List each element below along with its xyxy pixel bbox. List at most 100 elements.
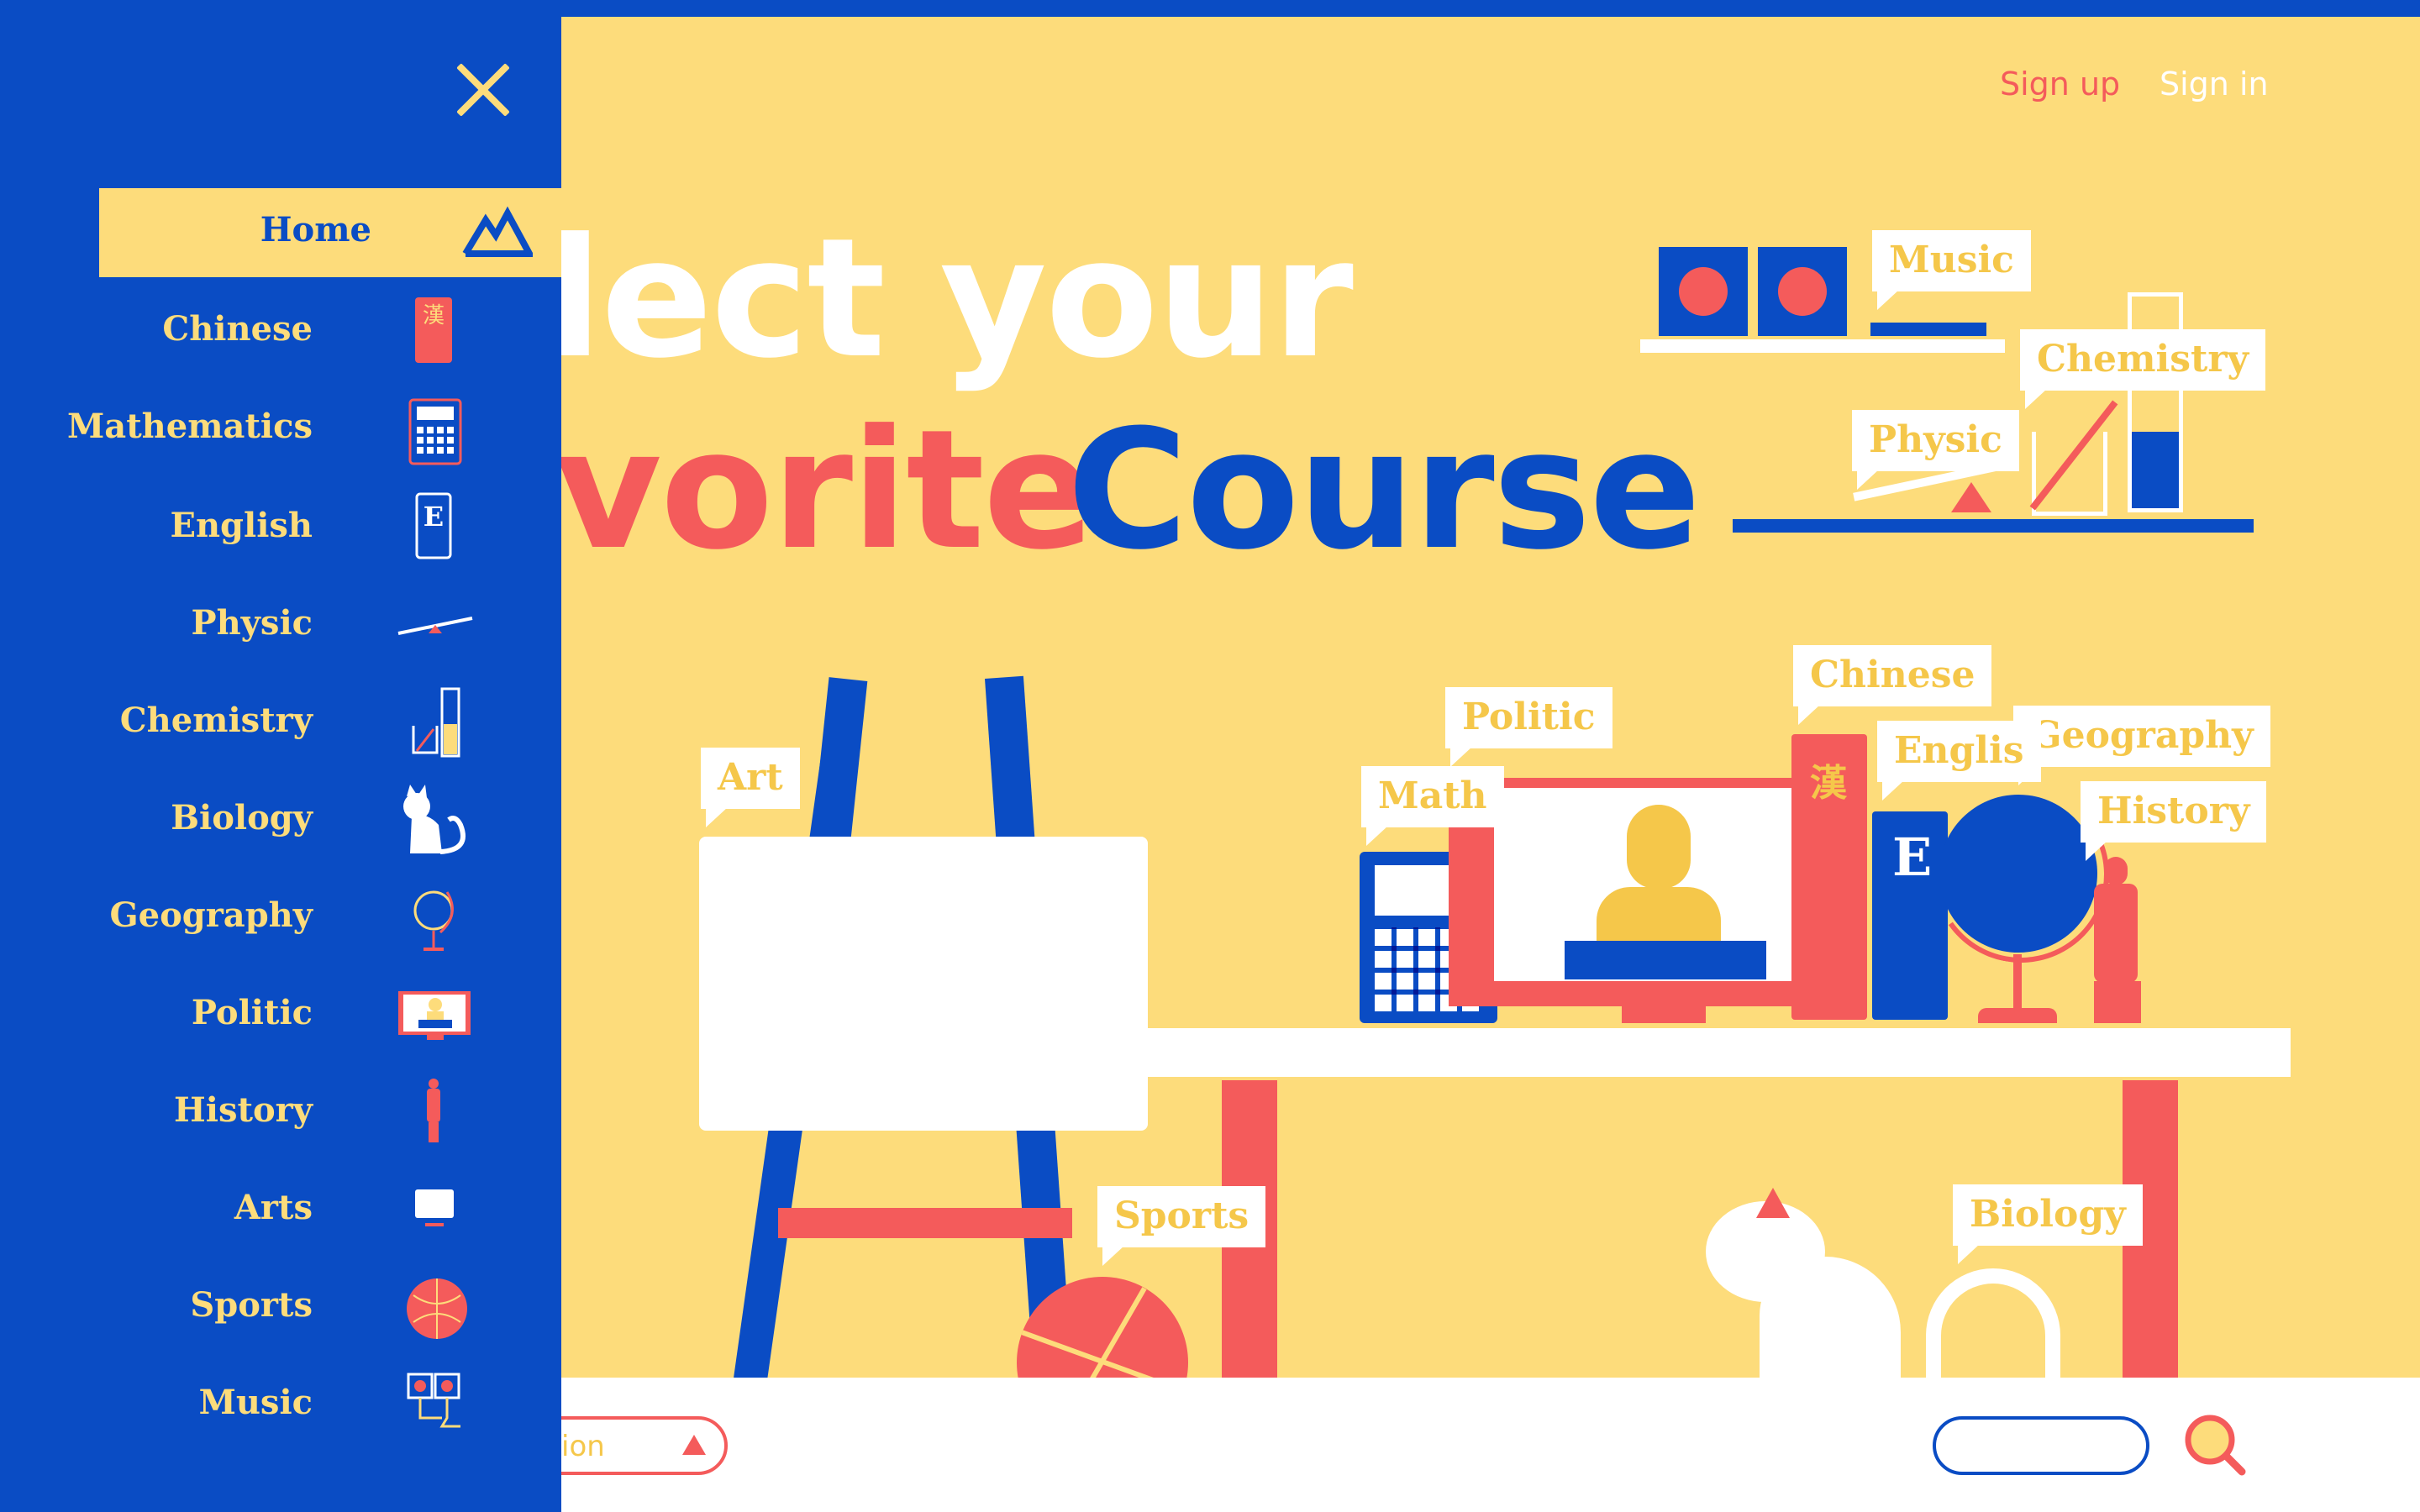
monitor-speaker-icon: [398, 991, 471, 1040]
monitor-stand: [1622, 1006, 1706, 1023]
speaker-left: [1659, 247, 1748, 336]
english-book-letter: E: [1892, 827, 1933, 888]
beaker-icon: [412, 687, 460, 758]
sidebar-item-home[interactable]: Home: [99, 188, 561, 277]
desk-leg-right: [2123, 1080, 2178, 1378]
sidebar-item-label: Geography: [109, 895, 313, 935]
chinese-book-glyph: 漢: [1810, 762, 1847, 805]
seesaw-icon: [397, 617, 473, 635]
globe-ring: [1918, 772, 2123, 977]
chinese-book: [1791, 734, 1867, 1020]
svg-text:E: E: [424, 501, 444, 533]
sidebar-item-chemistry[interactable]: Chemistry: [0, 680, 561, 764]
label-biology[interactable]: Biology: [1953, 1184, 2143, 1264]
globe: [1939, 795, 2097, 953]
test-tube-liquid: [2132, 432, 2179, 508]
english-book-icon: E: [415, 492, 452, 559]
globe-base: [1978, 1008, 2057, 1023]
sign-in-link[interactable]: Sign in: [2160, 66, 2269, 102]
label-english[interactable]: Englis: [1877, 721, 2041, 801]
speaker-right-cone: [1778, 267, 1827, 316]
beaker: [2032, 432, 2107, 516]
music-player: [1870, 323, 1986, 336]
sidebar-item-english[interactable]: English E: [0, 486, 561, 570]
sidebar-item-label: Biology: [171, 798, 313, 837]
globe-stand: [2013, 954, 2022, 1011]
sidebar-item-label: Chinese: [162, 309, 313, 349]
label-history[interactable]: History: [2081, 781, 2267, 861]
cat-head: [1706, 1201, 1825, 1302]
sidebar-item-geography[interactable]: Geography: [0, 875, 561, 959]
sidebar-item-mathematics[interactable]: Mathematics: [0, 386, 561, 470]
caret-up-icon[interactable]: [682, 1435, 706, 1455]
english-book: [1872, 811, 1948, 1020]
sidebar-item-label: Mathematics: [67, 407, 313, 446]
sidebar-item-label: Arts: [234, 1188, 313, 1227]
statue-body: [2094, 884, 2138, 983]
label-chemistry[interactable]: Chemistry: [2020, 329, 2266, 409]
canvas-icon: [415, 1189, 454, 1226]
music-shelf: [1640, 339, 2005, 353]
speakers-icon: [407, 1373, 460, 1428]
label-politic[interactable]: Politic: [1445, 687, 1612, 767]
label-art[interactable]: Art: [701, 748, 800, 827]
cat-icon: [403, 785, 466, 854]
monitor-podium: [1565, 941, 1766, 979]
sidebar-item-label: Politic: [191, 993, 313, 1032]
cat-ear: [1756, 1188, 1790, 1218]
monitor-person-head: [1627, 805, 1691, 889]
chinese-book-icon: 漢: [415, 297, 452, 363]
sign-up-link[interactable]: Sign up: [2000, 66, 2120, 102]
label-sports[interactable]: Sports: [1097, 1186, 1266, 1266]
calculator: [1360, 852, 1497, 1023]
sidebar-item-label: English: [170, 506, 313, 545]
sidebar-item-label: Sports: [190, 1285, 313, 1325]
sidebar: Home Chinese 漢 Mathematics English E Phy…: [0, 0, 561, 1512]
sidebar-item-politic[interactable]: Politic: [0, 973, 561, 1057]
speaker-right: [1758, 247, 1847, 336]
sidebar-item-history[interactable]: History: [0, 1070, 561, 1154]
mountain-icon: [462, 206, 533, 257]
filter-dropdown-text: ion: [561, 1430, 605, 1463]
art-canvas: [699, 837, 1148, 1131]
desk-top: [1148, 1028, 2291, 1077]
monitor-person-body: [1597, 887, 1721, 971]
search-icon[interactable]: [2181, 1411, 2249, 1478]
seesaw-plank: [1853, 458, 2019, 501]
statue-base: [2094, 981, 2141, 1023]
calculator-icon: [408, 398, 462, 465]
sidebar-item-chinese[interactable]: Chinese 漢: [0, 289, 561, 373]
test-tube: [2128, 292, 2183, 512]
sidebar-item-music[interactable]: Music: [0, 1362, 561, 1446]
hero-title-line-1: lect your: [546, 203, 1354, 395]
label-physic[interactable]: Physic: [1852, 410, 2019, 490]
label-chinese[interactable]: Chinese: [1793, 645, 1992, 725]
hero-title-accent: vorite: [555, 395, 1095, 586]
sidebar-item-biology[interactable]: Biology: [0, 778, 561, 862]
easel-leg-right: [985, 675, 1073, 1383]
label-math[interactable]: Math: [1361, 766, 1504, 846]
close-icon[interactable]: [452, 59, 514, 121]
label-music[interactable]: Music: [1872, 230, 2031, 310]
sidebar-item-label: History: [174, 1090, 313, 1130]
sidebar-item-label: Chemistry: [119, 701, 313, 740]
easel-leg-left: [734, 679, 865, 1383]
sidebar-item-label: Home: [260, 210, 371, 249]
easel-leg-left-top: [811, 677, 868, 848]
desk-leg-left: [1222, 1080, 1277, 1378]
monitor-screen: [1494, 788, 1820, 981]
cat-body: [1760, 1257, 1901, 1383]
globe-icon: [413, 890, 454, 951]
sidebar-item-label: Physic: [191, 603, 313, 643]
hero-title-course: Course: [1067, 395, 1701, 586]
search-input[interactable]: [1933, 1416, 2149, 1475]
label-geography[interactable]: Geography: [2013, 706, 2270, 785]
sidebar-item-sports[interactable]: Sports: [0, 1265, 561, 1349]
statue-head: [2104, 857, 2128, 885]
sidebar-item-physic[interactable]: Physic: [0, 583, 561, 667]
sidebar-item-arts[interactable]: Arts: [0, 1168, 561, 1252]
easel-crossbar: [778, 1208, 1072, 1238]
svg-text:漢: 漢: [423, 303, 445, 328]
seesaw-pivot: [1951, 482, 1991, 512]
stirring-rod: [2029, 400, 2118, 511]
